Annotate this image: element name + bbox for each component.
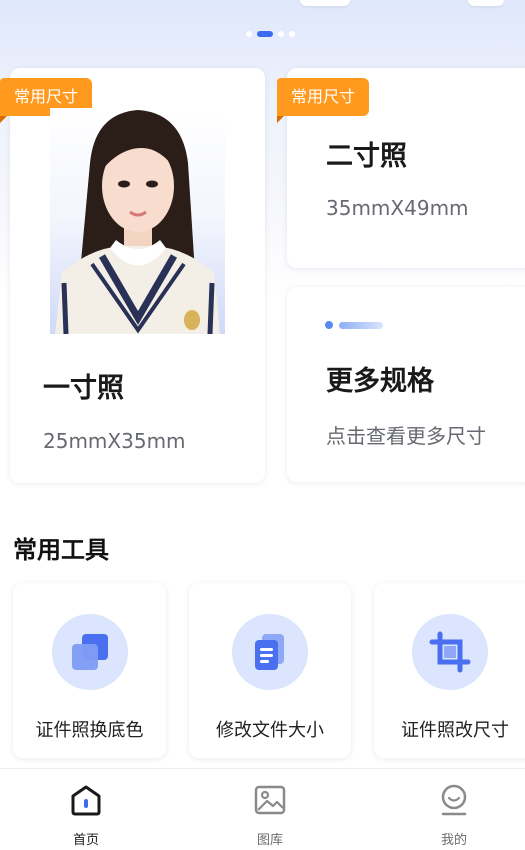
gallery-icon: [225, 781, 315, 819]
more-specs-subtitle: 点击查看更多尺寸: [326, 424, 486, 448]
banner-slide-peek[interactable]: [300, 0, 350, 6]
tool-label: 修改文件大小: [216, 720, 324, 741]
carousel-dot: [246, 31, 252, 37]
file-size-icon: [232, 614, 308, 690]
more-specs-card[interactable]: 更多规格 点击查看更多尺寸: [287, 287, 525, 482]
tab-label: 我的: [440, 833, 467, 848]
carousel-indicator: [246, 31, 295, 37]
tab-gallery[interactable]: 图库: [225, 781, 315, 848]
carousel-dot: [278, 31, 284, 37]
sample-portrait-image: [50, 108, 225, 334]
tab-label: 图库: [256, 833, 283, 848]
change-background-tool[interactable]: 证件照换底色: [13, 583, 166, 758]
two-inch-photo-card[interactable]: 常用尺寸 二寸照 35mmX49mm: [277, 68, 525, 268]
tab-profile[interactable]: 我的: [409, 781, 499, 848]
common-tools-heading: 常用工具: [13, 536, 109, 564]
decorative-accent: [325, 321, 383, 329]
tool-label: 证件照换底色: [35, 720, 144, 741]
common-size-badge: 常用尺寸: [277, 78, 370, 123]
two-inch-dimensions: 35mmX49mm: [326, 196, 469, 220]
two-inch-title: 二寸照: [326, 141, 407, 172]
crop-icon: [412, 614, 488, 690]
one-inch-title: 一寸照: [43, 373, 124, 404]
tab-label: 首页: [72, 833, 99, 848]
tab-home[interactable]: 首页: [41, 781, 131, 848]
change-background-icon: [52, 614, 128, 690]
bottom-tab-bar: 首页 图库 我的: [0, 768, 525, 850]
one-inch-photo-card[interactable]: 常用尺寸 一寸照 25mmX35mm: [0, 68, 265, 483]
file-size-tool[interactable]: 修改文件大小: [189, 583, 351, 758]
tool-label: 证件照改尺寸: [401, 720, 509, 741]
carousel-dot: [289, 31, 295, 37]
carousel-dot-active: [257, 31, 273, 37]
more-specs-title: 更多规格: [326, 366, 434, 397]
resize-photo-tool[interactable]: 证件照改尺寸: [374, 583, 525, 758]
banner-slide-peek[interactable]: [468, 0, 504, 6]
home-icon: [41, 781, 131, 819]
one-inch-dimensions: 25mmX35mm: [43, 429, 186, 453]
profile-icon: [409, 781, 499, 819]
